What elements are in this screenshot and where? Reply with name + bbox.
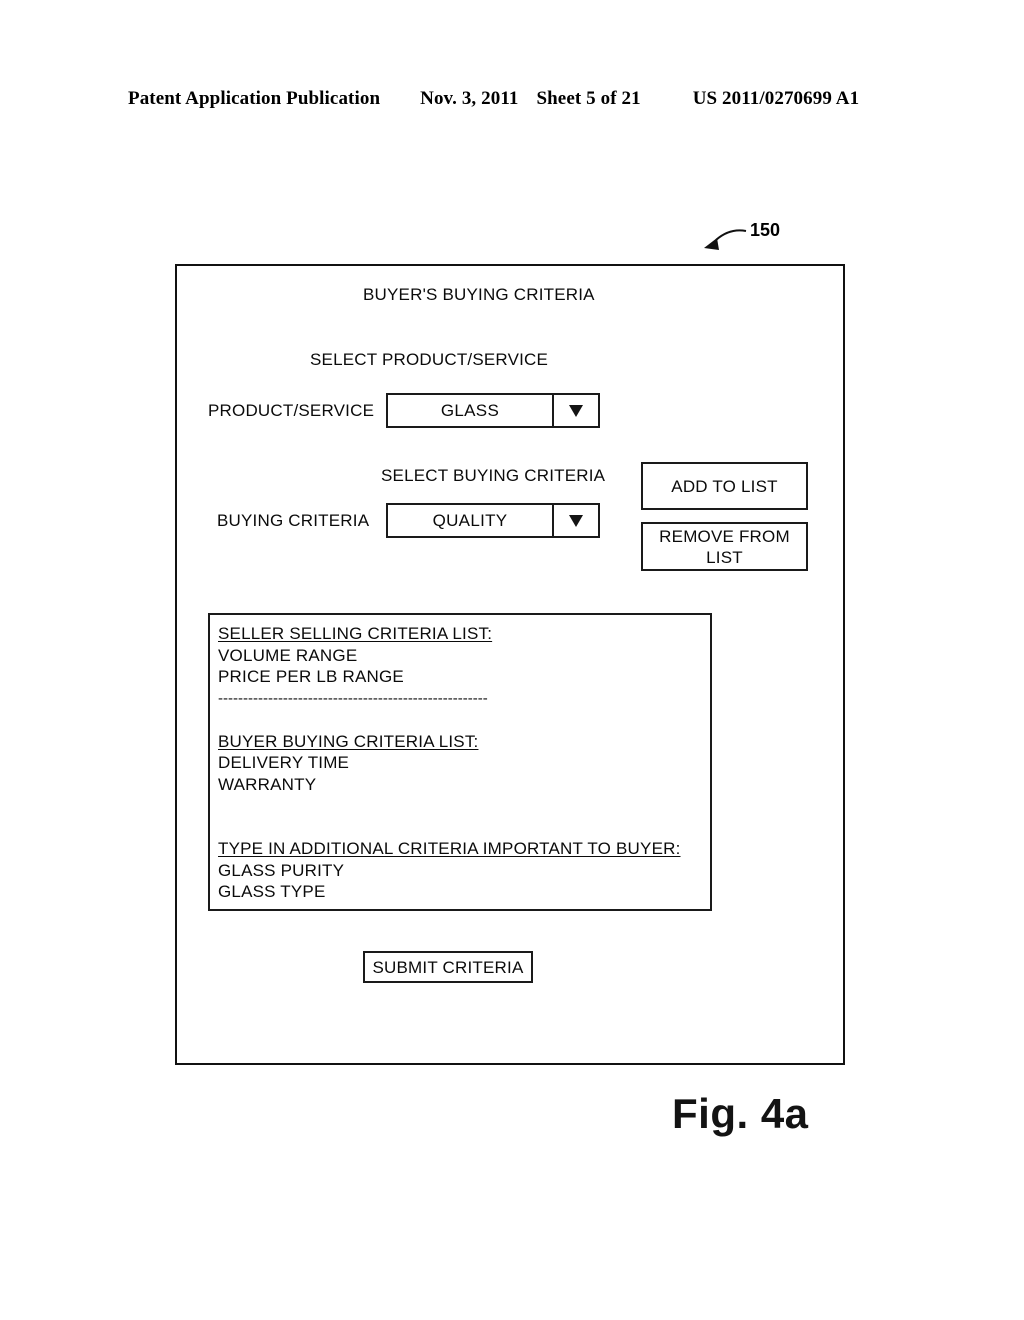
publication-date: Nov. 3, 2011 bbox=[420, 88, 519, 109]
add-to-list-button[interactable]: ADD TO LIST bbox=[641, 462, 808, 510]
chevron-down-icon[interactable] bbox=[552, 505, 598, 536]
product-service-dropdown[interactable]: GLASS bbox=[386, 393, 600, 428]
buying-criteria-label: BUYING CRITERIA bbox=[217, 511, 370, 530]
list-item: GLASS TYPE bbox=[218, 882, 326, 901]
product-service-label: PRODUCT/SERVICE bbox=[208, 401, 375, 420]
list-item: GLASS PURITY bbox=[218, 860, 345, 880]
list-item: WARRANTY bbox=[218, 774, 317, 794]
buyer-buying-criteria-heading: BUYER BUYING CRITERIA LIST: bbox=[218, 731, 479, 751]
submit-criteria-button[interactable]: SUBMIT CRITERIA bbox=[363, 951, 533, 983]
panel-title: BUYER'S BUYING CRITERIA bbox=[363, 285, 595, 304]
chevron-down-icon[interactable] bbox=[552, 395, 598, 426]
buying-criteria-selected-value: QUALITY bbox=[432, 510, 508, 530]
criteria-divider: ----------------------------------------… bbox=[218, 689, 488, 707]
additional-criteria-heading: TYPE IN ADDITIONAL CRITERIA IMPORTANT TO… bbox=[218, 839, 681, 858]
publication-header: Patent Application Publication Nov. 3, 2… bbox=[128, 88, 896, 114]
criteria-list-box[interactable]: SELLER SELLING CRITERIA LIST: VOLUME RAN… bbox=[208, 613, 712, 911]
buying-criteria-dropdown[interactable]: QUALITY bbox=[386, 503, 600, 538]
list-item: VOLUME RANGE bbox=[218, 645, 358, 665]
patent-number: US 2011/0270699 A1 bbox=[692, 88, 860, 109]
select-product-heading: SELECT PRODUCT/SERVICE bbox=[310, 350, 549, 369]
list-item: DELIVERY TIME bbox=[218, 753, 350, 772]
seller-selling-criteria-heading: SELLER SELLING CRITERIA LIST: bbox=[218, 624, 493, 643]
reference-number-150: 150 bbox=[750, 220, 781, 240]
sheet-number: Sheet 5 of 21 bbox=[536, 88, 641, 109]
list-item: PRICE PER LB RANGE bbox=[218, 667, 404, 686]
select-buying-criteria-heading: SELECT BUYING CRITERIA bbox=[381, 466, 606, 485]
figure-caption: Fig. 4a bbox=[672, 1090, 809, 1137]
product-service-selected-value: GLASS bbox=[440, 400, 500, 420]
remove-from-list-button[interactable]: REMOVE FROM LIST bbox=[641, 522, 808, 571]
publication-title: Patent Application Publication bbox=[128, 88, 381, 109]
